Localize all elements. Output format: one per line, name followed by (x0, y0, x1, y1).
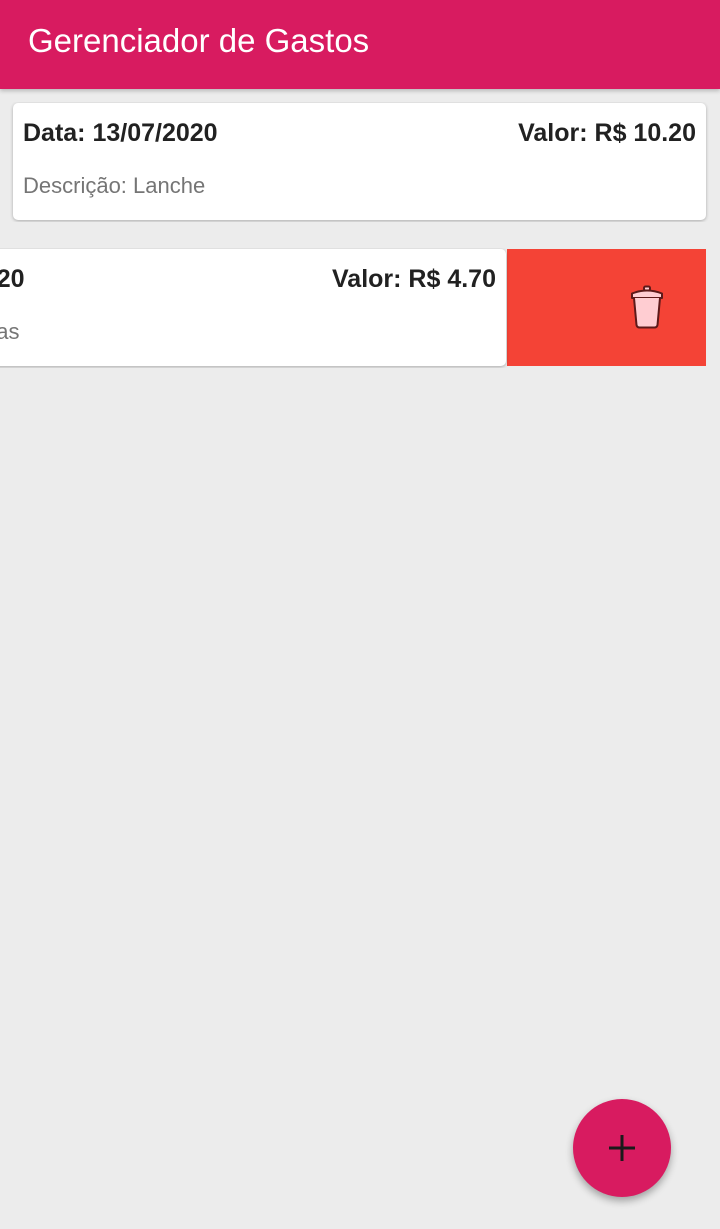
expense-date: Data: 13/07/2020 (23, 119, 218, 147)
delete-action[interactable] (507, 249, 706, 366)
expense-value: Valor: R$ 10.20 (518, 119, 696, 147)
trash-icon[interactable] (630, 285, 664, 329)
expense-value: Valor: R$ 4.70 (332, 265, 496, 293)
expense-date: Data: 13/07/2020 (0, 265, 25, 293)
plus-icon (609, 1135, 635, 1161)
expense-list[interactable]: Data: 13/07/2020 Valor: R$ 10.20 Descriç… (0, 89, 720, 1229)
expense-card[interactable]: Data: 13/07/2020 Valor: R$ 10.20 Descriç… (13, 103, 706, 220)
expense-description: Descrição: Lanche (23, 173, 206, 198)
list-item[interactable]: Data: 13/07/2020 Valor: R$ 10.20 Descriç… (0, 102, 720, 222)
expense-card[interactable]: Data: 13/07/2020 Valor: R$ 4.70 Descriçã… (0, 249, 506, 366)
app-title: Gerenciador de Gastos (28, 22, 370, 59)
add-expense-button[interactable] (573, 1099, 671, 1197)
app-bar: Gerenciador de Gastos (0, 0, 720, 89)
list-item[interactable]: Data: 13/07/2020 Valor: R$ 4.70 Descriçã… (0, 248, 720, 368)
expense-description: Descrição: Bebidas (0, 319, 20, 344)
